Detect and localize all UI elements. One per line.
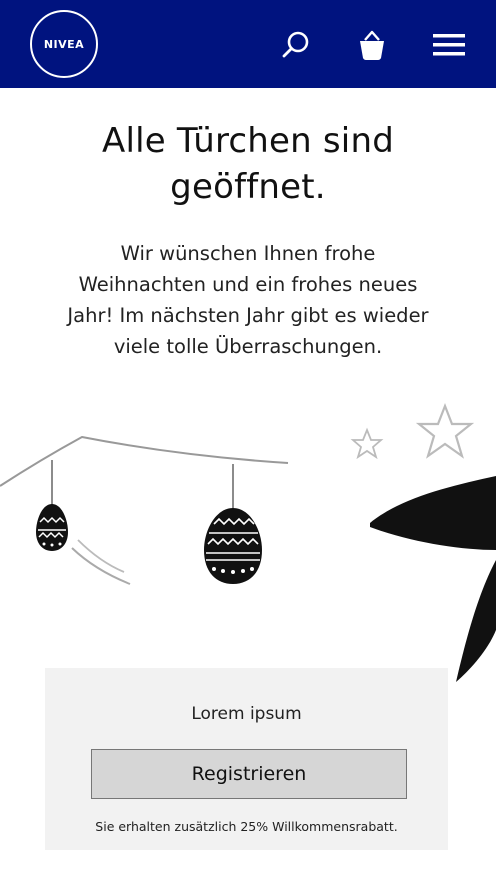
black-ear-shape-lower [456,560,496,682]
large-star [415,402,475,459]
black-ear-shape [370,476,496,550]
cart-button[interactable] [352,26,392,66]
nivea-logo[interactable]: NIVEA [30,10,98,78]
large-egg-ornament [204,508,262,584]
logo-text: NIVEA [43,37,85,51]
small-star [350,427,384,460]
greeting-message: Wir wünschen Ihnen frohe Weihnachten und… [67,242,429,358]
site-header: NIVEA [0,0,496,88]
register-button[interactable]: Registrieren [91,749,407,799]
search-icon [282,31,309,58]
discount-note: Sie erhalten zusätzlich 25% Willkommensr… [95,819,398,834]
panel-label: Lorem ipsum [191,704,302,724]
registration-panel: Lorem ipsum Registrieren Sie erhalten zu… [45,668,448,850]
page-title: Alle Türchen sind geöffnet. [102,121,394,207]
shopping-basket-icon [360,30,384,60]
easter-decoration-illustration [0,402,496,682]
small-egg-ornament [36,504,68,551]
menu-button[interactable] [430,26,470,66]
hamburger-menu-icon [433,34,465,56]
search-button[interactable] [276,26,316,66]
